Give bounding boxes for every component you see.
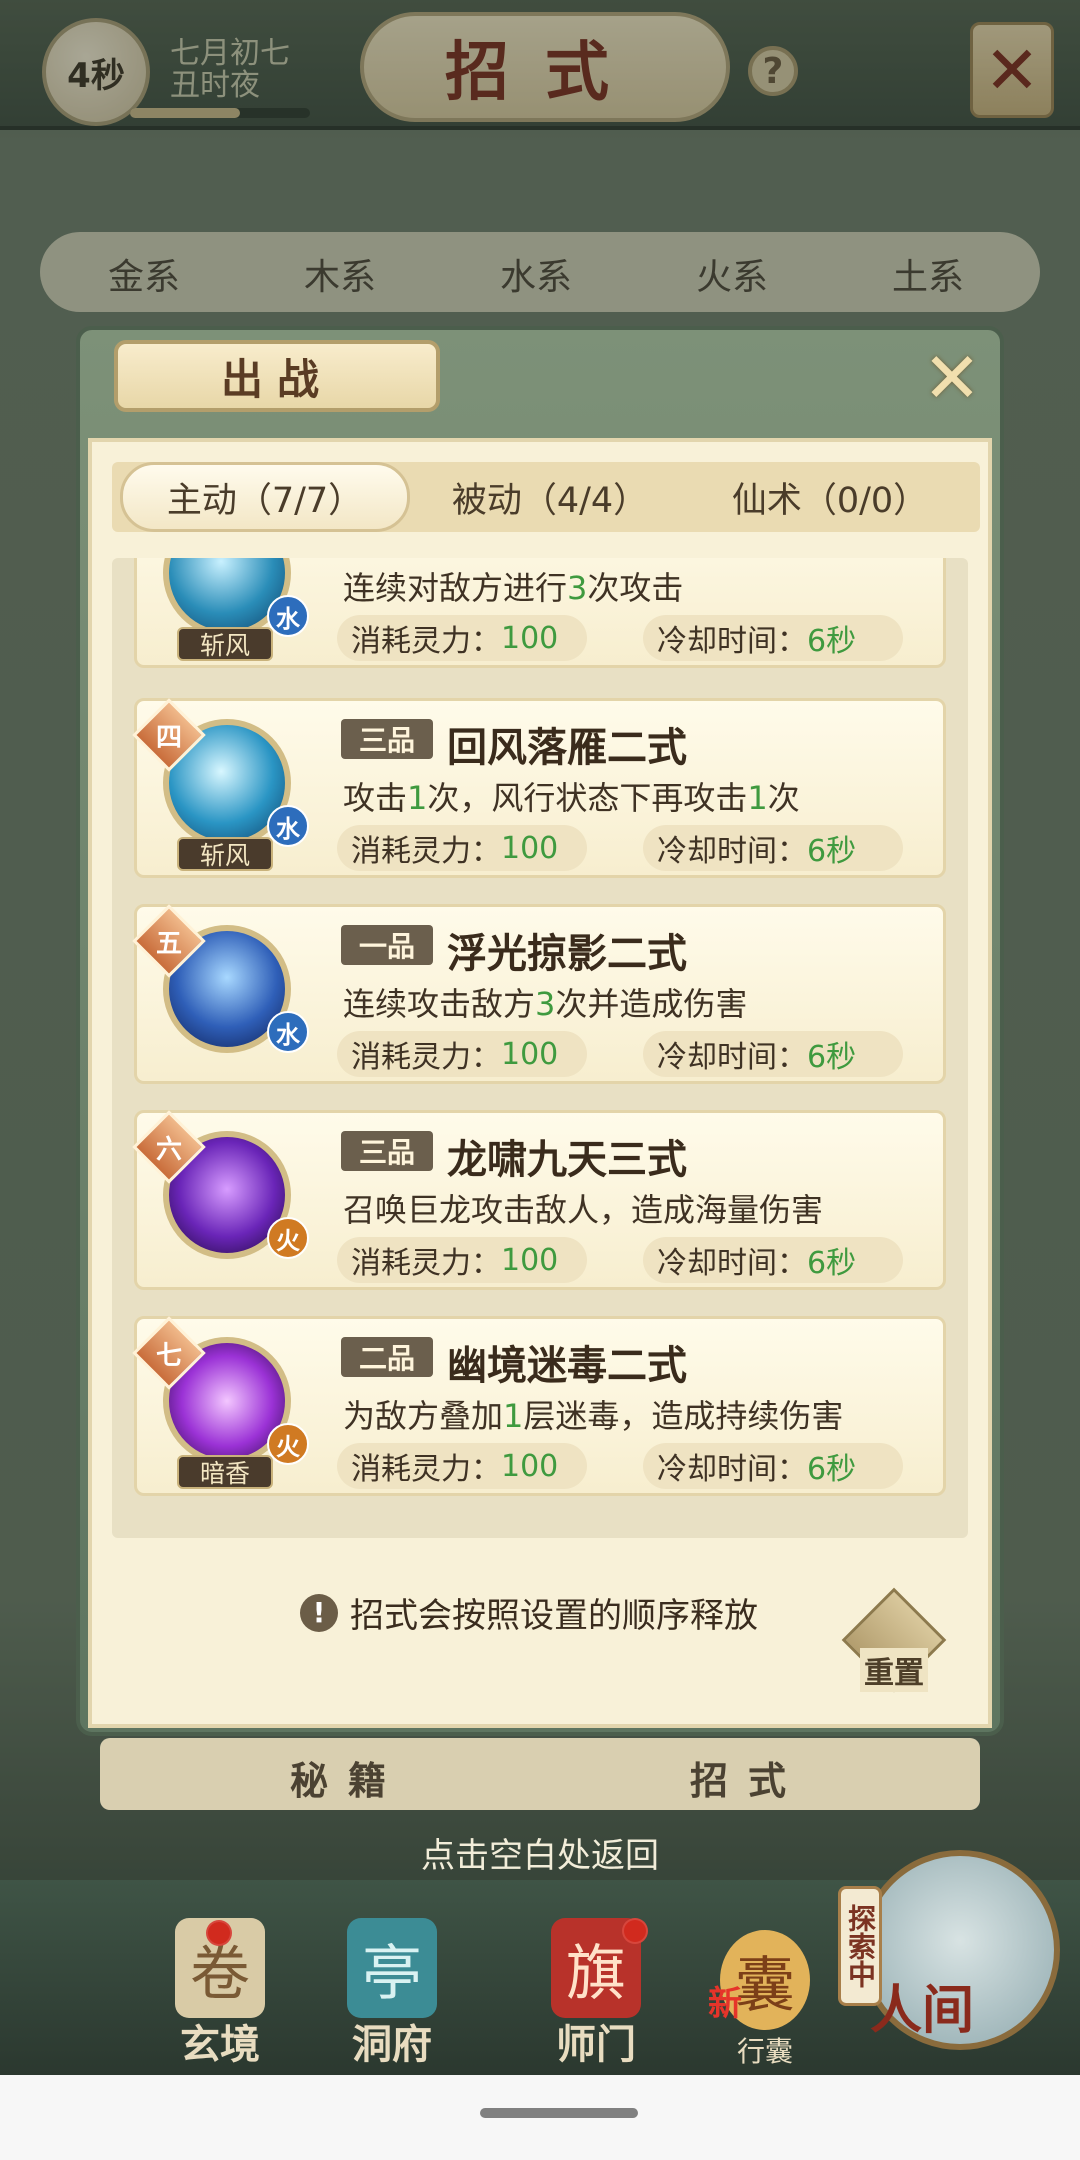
- order-number: 七: [155, 1340, 182, 1371]
- cooldown: 冷却时间： 6秒: [643, 825, 903, 871]
- skill-card[interactable]: 火 六 三品 龙啸九天三式 召唤巨龙攻击敌人，造成海量伤害 消耗灵力： 100 冷…: [132, 1110, 946, 1290]
- pavilion-icon: 亭: [347, 1918, 437, 2018]
- skill-name: 浮光掠影二式: [447, 931, 687, 977]
- skill-list[interactable]: 斩风 水 连续对敌方进行3次攻击 消耗灵力： 100 冷却时间： 6秒 斩风 水 四…: [112, 558, 968, 1538]
- tab-moves[interactable]: 招式: [690, 1750, 806, 1805]
- mana-cost: 消耗灵力： 100: [337, 1031, 587, 1077]
- water-element-icon: 水: [267, 1011, 309, 1053]
- tip-text: 招式会按照设置的顺序释放: [350, 1596, 758, 1636]
- order-tip: ! 招式会按照设置的顺序释放: [300, 1588, 758, 1637]
- cooldown: 冷却时间： 6秒: [643, 1031, 903, 1077]
- nav-renjian-label[interactable]: 人间: [870, 1968, 974, 2043]
- fire-element-icon: 火: [267, 1423, 309, 1465]
- cooldown: 冷却时间： 6秒: [643, 615, 903, 661]
- cooldown: 冷却时间： 6秒: [643, 1443, 903, 1489]
- skill-description: 攻击1次，风行状态下再攻击1次: [343, 779, 800, 817]
- explore-status-tag: 探索中: [838, 1886, 882, 2006]
- tab-immortal-arts[interactable]: 仙术（0/0）: [690, 462, 970, 532]
- order-number: 六: [155, 1134, 182, 1165]
- grade-label: 二品: [341, 1337, 433, 1377]
- grade-label: 三品: [341, 719, 433, 759]
- skill-name: 幽境迷毒二式: [447, 1343, 687, 1389]
- skill-description: 为敌方叠加1层迷毒，造成持续伤害: [343, 1397, 844, 1435]
- mana-cost: 消耗灵力： 100: [337, 615, 587, 661]
- cooldown: 冷却时间： 6秒: [643, 1237, 903, 1283]
- tab-passive-skills[interactable]: 被动（4/4）: [410, 462, 690, 532]
- nav-dongfu[interactable]: 亭 洞府: [312, 1900, 472, 2070]
- water-element-icon: 水: [267, 805, 309, 847]
- home-indicator[interactable]: [480, 2108, 638, 2118]
- tab-manuals[interactable]: 秘籍: [290, 1750, 406, 1805]
- skill-description: 连续攻击敌方3次并造成伤害: [343, 985, 748, 1023]
- order-number: 五: [155, 928, 182, 959]
- mana-cost: 消耗灵力： 100: [337, 1237, 587, 1283]
- mana-cost: 消耗灵力： 100: [337, 825, 587, 871]
- modal-title: 出战: [114, 340, 440, 412]
- skill-card[interactable]: 暗香 火 七 二品 幽境迷毒二式 为敌方叠加1层迷毒，造成持续伤害 消耗灵力： 1…: [132, 1316, 946, 1496]
- skill-name: 龙啸九天三式: [447, 1137, 687, 1183]
- reset-label: 重置: [860, 1648, 928, 1692]
- tab-active-skills[interactable]: 主动（7/7）: [120, 462, 410, 532]
- skill-card[interactable]: 水 五 一品 浮光掠影二式 连续攻击敌方3次并造成伤害 消耗灵力： 100 冷却时…: [132, 904, 946, 1084]
- nav-shimen[interactable]: 旗 师门: [516, 1900, 676, 2070]
- mana-cost: 消耗灵力： 100: [337, 1443, 587, 1489]
- fire-element-icon: 火: [267, 1217, 309, 1259]
- info-icon: !: [300, 1593, 338, 1632]
- modal-close-icon[interactable]: ✕: [916, 337, 988, 419]
- skill-tag: 暗香: [177, 1455, 273, 1489]
- skill-name: 回风落雁二式: [447, 725, 687, 771]
- grade-label: 三品: [341, 1131, 433, 1171]
- skill-description: 连续对敌方进行3次攻击: [343, 569, 684, 607]
- skill-tag: 斩风: [177, 837, 273, 871]
- grade-label: 一品: [341, 925, 433, 965]
- water-element-icon: 水: [267, 595, 309, 637]
- notification-dot: [206, 1920, 232, 1946]
- skill-card[interactable]: 斩风 水 连续对敌方进行3次攻击 消耗灵力： 100 冷却时间： 6秒: [134, 558, 946, 668]
- skill-description: 召唤巨龙攻击敌人，造成海量伤害: [343, 1191, 824, 1229]
- new-badge: 新: [708, 1984, 742, 2024]
- lower-tabs: [100, 1738, 980, 1810]
- skill-tag: 斩风: [177, 627, 273, 661]
- notification-dot: [622, 1918, 648, 1944]
- reset-button[interactable]: 重置: [841, 1587, 947, 1693]
- order-number: 四: [155, 722, 182, 753]
- skill-card[interactable]: 斩风 水 四 三品 回风落雁二式 攻击1次，风行状态下再攻击1次 消耗灵力： 10…: [132, 698, 946, 878]
